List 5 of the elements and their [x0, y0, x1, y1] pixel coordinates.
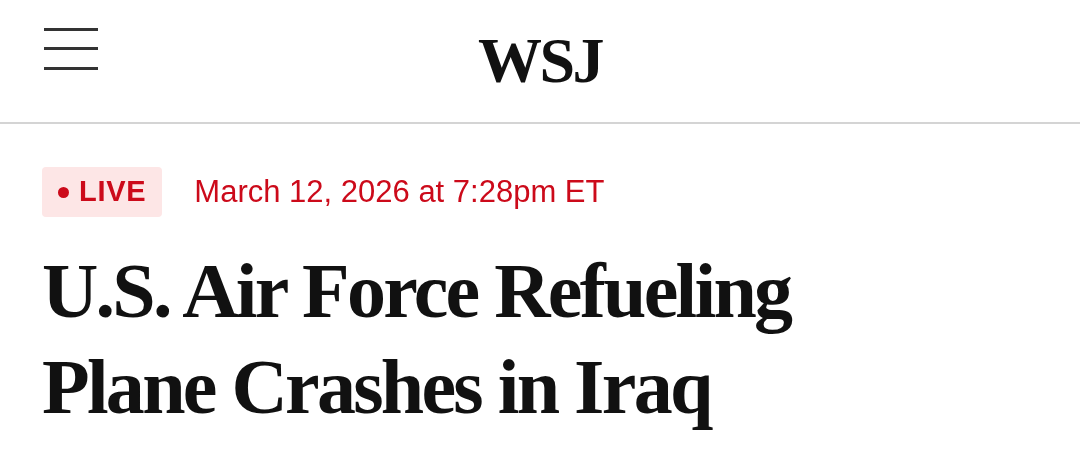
headline: U.S. Air Force Refueling Plane Crashes in Iraq: [42, 246, 792, 432]
menu-icon[interactable]: [44, 28, 98, 70]
live-badge: LIVE: [42, 167, 163, 217]
logo[interactable]: WSJ: [478, 29, 602, 93]
timestamp: March 12, 2026 at 7:28pm ET: [194, 172, 605, 211]
